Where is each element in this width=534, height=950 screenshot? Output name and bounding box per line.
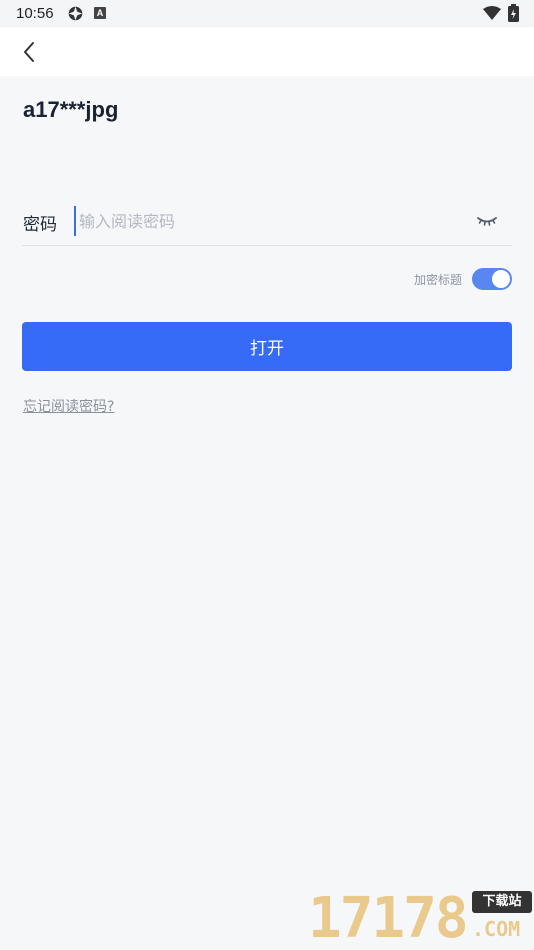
status-bar: 10:56 A bbox=[0, 0, 534, 27]
back-button[interactable] bbox=[14, 37, 44, 67]
watermark-badge: 下载站 bbox=[472, 891, 532, 913]
password-row: 密码 bbox=[22, 198, 512, 246]
eye-closed-icon[interactable] bbox=[476, 212, 498, 228]
wifi-icon bbox=[483, 6, 501, 20]
a-badge-icon: A bbox=[94, 7, 106, 19]
battery-icon bbox=[508, 4, 519, 22]
watermark-digits: 17178 bbox=[308, 886, 469, 950]
encrypt-title-row: 加密标题 bbox=[414, 267, 512, 291]
open-button[interactable]: 打开 bbox=[22, 322, 512, 371]
password-input[interactable] bbox=[74, 206, 464, 236]
encrypt-title-toggle[interactable] bbox=[472, 268, 512, 290]
watermark-logo: 17178 下载站 .COM bbox=[308, 885, 534, 950]
password-label: 密码 bbox=[23, 215, 57, 235]
encrypt-title-label: 加密标题 bbox=[413, 272, 462, 287]
watermark-suffix: .COM bbox=[472, 917, 521, 941]
header-bar bbox=[0, 27, 534, 76]
status-time: 10:56 bbox=[16, 5, 54, 22]
file-name: a17***jpg bbox=[23, 97, 119, 122]
gear-icon bbox=[68, 6, 83, 21]
chevron-left-icon bbox=[24, 42, 34, 62]
forgot-password-link[interactable]: 忘记阅读密码? bbox=[23, 396, 114, 416]
toggle-knob bbox=[492, 270, 510, 288]
